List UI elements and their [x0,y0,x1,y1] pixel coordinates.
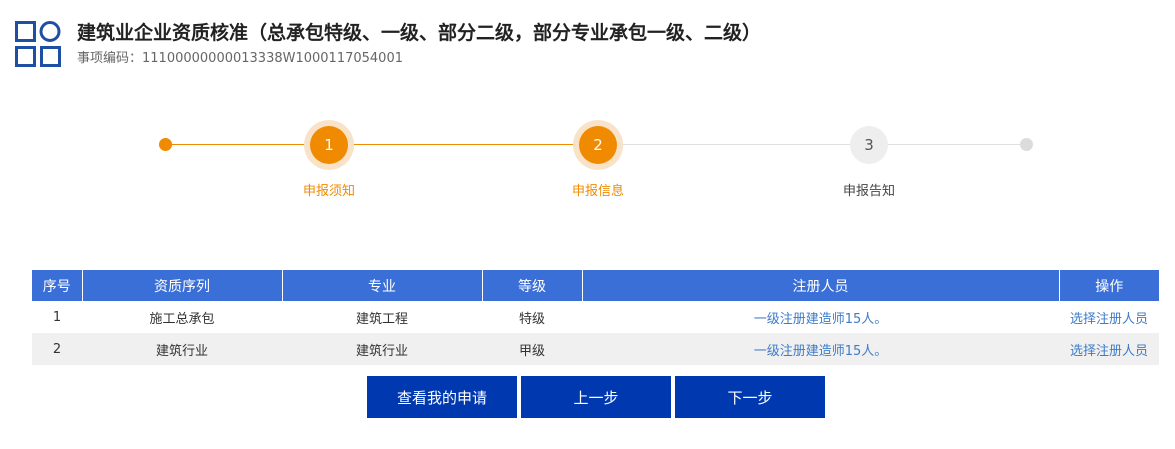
step-3-number: 3 [850,126,888,164]
cell-specialty: 建筑工程 [282,301,482,333]
step-1-circle[interactable]: 1 [304,120,354,170]
cell-index: 1 [32,301,82,333]
page: 建筑业企业资质核准（总承包特级、一级、部分二级，部分专业承包一级、二级） 事项编… [0,0,1175,449]
cell-personnel-link[interactable]: 一级注册建造师15人。 [582,301,1059,333]
table-header-row: 序号 资质序列 专业 等级 注册人员 操作 [32,270,1159,301]
table-row: 2 建筑行业 建筑行业 甲级 一级注册建造师15人。 选择注册人员 [32,333,1159,365]
previous-step-button[interactable]: 上一步 [521,376,671,418]
step-2-label: 申报信息 [571,184,624,199]
step-1-number: 1 [310,126,348,164]
page-title: 建筑业企业资质核准（总承包特级、一级、部分二级，部分专业承包一级、二级） [77,22,762,44]
cell-personnel-link[interactable]: 一级注册建造师15人。 [582,333,1059,365]
header-personnel: 注册人员 [582,270,1060,301]
cell-index: 2 [32,333,82,365]
step-3-label: 申报告知 [842,184,895,199]
cell-grade: 甲级 [482,333,582,365]
qualification-table: 序号 资质序列 专业 等级 注册人员 操作 1 施工总承包 建筑工程 特级 一级… [32,270,1159,365]
header-index: 序号 [32,270,83,301]
step-2-circle[interactable]: 2 [573,120,623,170]
grid-squares-circle-icon [15,21,61,67]
item-code-label: 事项编码： [77,51,143,66]
cell-grade: 特级 [482,301,582,333]
step-3-circle: 3 [844,120,894,170]
stepper-start-dot [159,138,172,151]
progress-stepper: 1 申报须知 2 申报信息 3 申报告知 [0,110,1175,210]
step-line-pending [598,144,1026,145]
next-step-button[interactable]: 下一步 [675,376,825,418]
header-specialty: 专业 [282,270,483,301]
cell-series: 建筑行业 [82,333,282,365]
step-line-completed [165,144,598,145]
header-series: 资质序列 [82,270,283,301]
step-2-number: 2 [579,126,617,164]
header-action: 操作 [1059,270,1159,301]
item-code: 事项编码：11100000000013338W1000117054001 [77,50,403,68]
stepper-end-dot [1020,138,1033,151]
table-row: 1 施工总承包 建筑工程 特级 一级注册建造师15人。 选择注册人员 [32,301,1159,333]
item-code-value: 11100000000013338W1000117054001 [142,51,403,66]
step-1-label: 申报须知 [302,184,355,199]
cell-specialty: 建筑行业 [282,333,482,365]
cell-series: 施工总承包 [82,301,282,333]
header-grade: 等级 [482,270,583,301]
view-application-button[interactable]: 查看我的申请 [367,376,517,418]
select-personnel-link[interactable]: 选择注册人员 [1059,301,1159,333]
select-personnel-link[interactable]: 选择注册人员 [1059,333,1159,365]
